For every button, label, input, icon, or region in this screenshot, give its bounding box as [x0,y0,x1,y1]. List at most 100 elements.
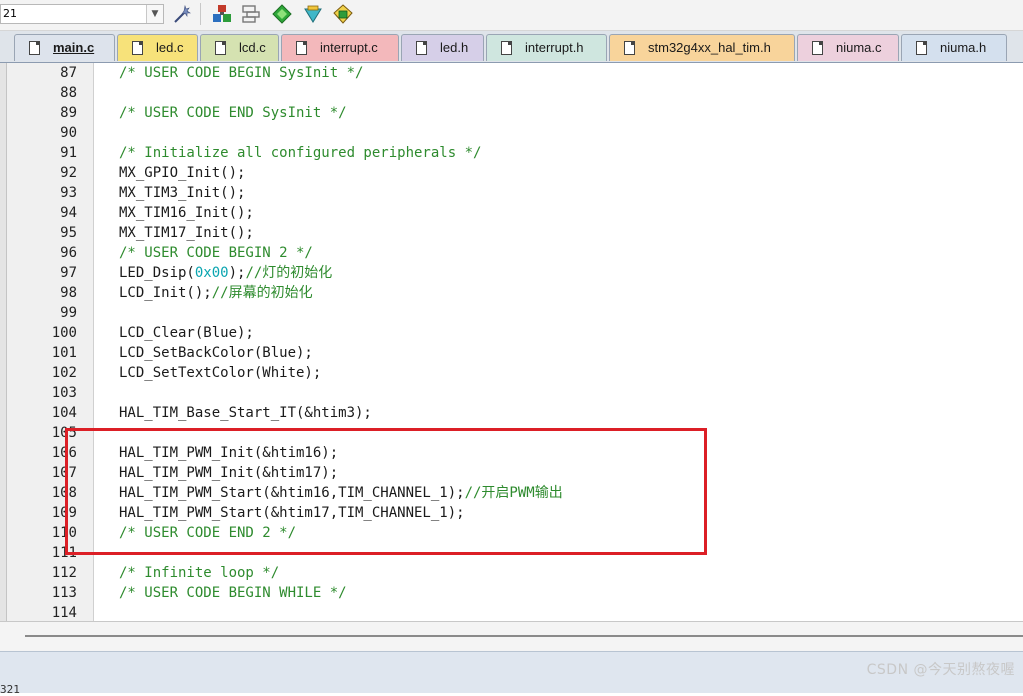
line-number: 87 [60,65,77,81]
tab-lcd-c[interactable]: lcd.c [200,34,279,61]
code-text: LED_Dsip(0x00);//灯的初始化 [119,263,332,283]
tab-stm32g4xx-hal-tim-h[interactable]: stm32g4xx_hal_tim.h [609,34,795,61]
code-line[interactable]: 90 [0,123,1023,143]
code-line[interactable]: 101 LCD_SetBackColor(Blue); [0,343,1023,363]
wand-icon[interactable] [171,3,193,25]
code-comment: /* USER CODE BEGIN WHILE */ [119,585,347,601]
line-number: 114 [51,605,77,621]
code-comment: /* USER CODE BEGIN SysInit */ [119,65,364,81]
toolbar-separator [200,3,201,25]
code-line[interactable]: 98 LCD_Init();//屏幕的初始化 [0,283,1023,303]
line-number: 88 [60,85,77,101]
code-comment: /* Initialize all configured peripherals… [119,145,482,161]
code-text: MX_TIM17_Init(); [119,223,254,243]
code-comment: /* Infinite loop */ [119,565,280,581]
code-line[interactable]: 93 MX_TIM3_Init(); [0,183,1023,203]
chevron-down-icon[interactable]: ▼ [146,5,163,23]
code-text: MX_GPIO_Init(); [119,163,245,183]
code-line[interactable]: 103 [0,383,1023,403]
select-device-icon[interactable] [302,3,324,25]
code-line[interactable]: 96 /* USER CODE BEGIN 2 */ [0,243,1023,263]
code-comment: //屏幕的初始化 [211,285,313,301]
tab-main-c[interactable]: main.c [14,34,115,61]
code-line[interactable]: 87 /* USER CODE BEGIN SysInit */ [0,63,1023,83]
line-number: 99 [60,305,77,321]
file-icon [501,41,512,55]
code-token: LCD_Clear(Blue); [119,325,254,341]
tab-niuma-c[interactable]: niuma.c [797,34,899,61]
code-text: /* USER CODE END SysInit */ [119,103,347,123]
line-number: 112 [51,565,77,581]
line-number: 89 [60,105,77,121]
tab-label: stm32g4xx_hal_tim.h [648,40,771,55]
code-line[interactable]: 113 /* USER CODE BEGIN WHILE */ [0,583,1023,603]
target-select[interactable]: 21 ▼ [0,4,164,24]
file-icon [624,41,635,55]
code-line[interactable]: 102 LCD_SetTextColor(White); [0,363,1023,383]
file-icon [132,41,143,55]
scrollbar-track[interactable] [25,635,1023,637]
code-line[interactable]: 114 [0,603,1023,621]
code-line[interactable]: 104 HAL_TIM_Base_Start_IT(&htim3); [0,403,1023,423]
manage-components-icon[interactable] [211,3,233,25]
code-token: MX_TIM3_Init(); [119,185,246,201]
line-number: 113 [51,585,77,601]
tab-label: interrupt.h [525,40,584,55]
code-token: HAL_TIM_Base_Start_IT(&htim3); [119,405,372,421]
tab-led-h[interactable]: led.h [401,34,484,61]
code-token: ); [228,265,246,281]
line-number: 100 [51,325,77,341]
toolbar: 21 ▼ [0,0,1023,31]
code-line[interactable]: 100 LCD_Clear(Blue); [0,323,1023,343]
code-token: LCD_SetTextColor(White); [119,365,322,381]
code-comment: //灯的初始化 [245,265,333,281]
code-line[interactable]: 94 MX_TIM16_Init(); [0,203,1023,223]
tab-niuma-h[interactable]: niuma.h [901,34,1007,61]
horizontal-scrollbar[interactable] [0,621,1023,652]
code-line[interactable]: 97 LED_Dsip(0x00);//灯的初始化 [0,263,1023,283]
code-token: LED_Dsip( [119,265,195,281]
software-packs-icon[interactable] [332,3,354,25]
code-line[interactable]: 99 [0,303,1023,323]
code-text: HAL_TIM_Base_Start_IT(&htim3); [119,403,372,423]
code-text: LCD_SetBackColor(Blue); [119,343,313,363]
code-token: MX_GPIO_Init(); [119,165,246,181]
line-number: 94 [60,205,77,221]
file-icon [812,41,823,55]
line-number: 96 [60,245,77,261]
code-text: MX_TIM16_Init(); [119,203,254,223]
code-line[interactable]: 89 /* USER CODE END SysInit */ [0,103,1023,123]
code-token: MX_TIM16_Init(); [119,205,254,221]
code-token: MX_TIM17_Init(); [119,225,254,241]
line-number: 92 [60,165,77,181]
line-number: 101 [51,345,77,361]
code-line[interactable]: 95 MX_TIM17_Init(); [0,223,1023,243]
file-icon [916,41,927,55]
line-number: 95 [60,225,77,241]
tab-label: led.h [440,40,469,55]
line-number: 93 [60,185,77,201]
code-line[interactable]: 92 MX_GPIO_Init(); [0,163,1023,183]
code-text: LCD_Init();//屏幕的初始化 [119,283,313,303]
tab-interrupt-h[interactable]: interrupt.h [486,34,607,61]
code-line[interactable]: 112 /* Infinite loop */ [0,563,1023,583]
code-token: LCD_SetBackColor(Blue); [119,345,313,361]
line-number: 90 [60,125,77,141]
line-number: 97 [60,265,77,281]
code-text: /* USER CODE BEGIN 2 */ [119,243,313,263]
code-line[interactable]: 91 /* Initialize all configured periphera… [0,143,1023,163]
target-select-value: 21 [3,7,17,20]
code-editor[interactable]: 87 /* USER CODE BEGIN SysInit */ 88 89 /* US… [0,63,1023,621]
code-number: 0x00 [194,265,229,281]
watermark-text: CSDN @今天别熬夜喔 [866,662,1015,678]
tab-label: niuma.h [940,40,987,55]
code-text: LCD_SetTextColor(White); [119,363,321,383]
pack-installer-icon[interactable] [271,3,293,25]
tab-interrupt-c[interactable]: interrupt.c [281,34,399,61]
code-line[interactable]: 88 [0,83,1023,103]
window-layout-icon[interactable] [240,3,262,25]
tab-label: main.c [53,40,95,55]
line-number: 104 [51,405,77,421]
code-text: LCD_Clear(Blue); [119,323,254,343]
tab-led-c[interactable]: led.c [117,34,198,61]
